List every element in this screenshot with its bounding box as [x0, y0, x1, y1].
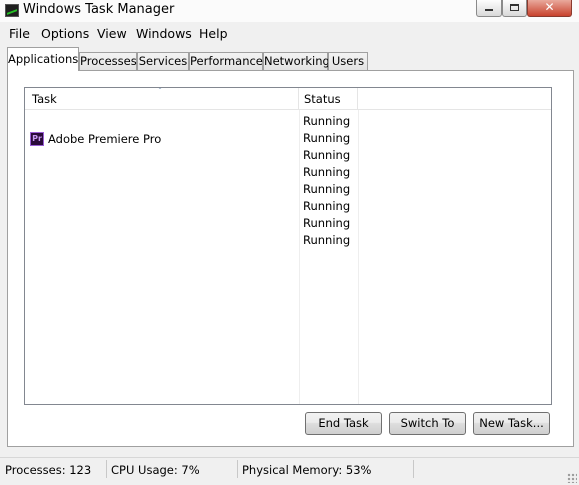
column-divider [299, 110, 300, 404]
task-name: Adobe Premiere Pro [48, 131, 162, 146]
tab-processes[interactable]: Processes [79, 52, 137, 70]
task-manager-icon [5, 4, 19, 17]
column-header-status[interactable]: Status [299, 88, 358, 110]
status-cell: Running [303, 233, 351, 247]
close-button[interactable]: ✕ [527, 0, 572, 17]
title-bar[interactable]: Windows Task Manager ✕ [0, 0, 579, 22]
status-cell: Running [303, 182, 351, 196]
status-cell: Running [303, 148, 351, 162]
end-task-button[interactable]: End Task [305, 412, 382, 435]
minimize-button[interactable] [476, 0, 502, 17]
cpu-usage: CPU Usage: 7% [111, 463, 200, 477]
column-header-empty [358, 88, 551, 110]
column-header-task[interactable]: Task [25, 88, 299, 110]
tab-users[interactable]: Users [328, 52, 368, 70]
close-icon: ✕ [544, 0, 555, 14]
status-separator [413, 460, 414, 478]
status-cell: Running [303, 199, 351, 213]
tab-applications[interactable]: Applications [7, 47, 79, 71]
premiere-pro-icon: Pr [30, 131, 44, 146]
minimize-icon [485, 9, 493, 11]
status-cell: Running [303, 165, 351, 179]
physical-memory: Physical Memory: 53% [242, 463, 372, 477]
tab-strip: Applications Processes Services Performa… [0, 47, 579, 71]
task-row-premiere[interactable]: Pr Adobe Premiere Pro [30, 130, 161, 147]
menu-options[interactable]: Options [41, 26, 89, 42]
tab-services[interactable]: Services [137, 52, 189, 70]
tab-performance[interactable]: Performance [189, 52, 263, 70]
status-bar: Processes: 123 CPU Usage: 7% Physical Me… [0, 457, 579, 485]
menu-view[interactable]: View [97, 26, 127, 42]
menu-file[interactable]: File [9, 26, 30, 42]
status-cell: Running [303, 114, 351, 128]
menu-bar: File Options View Windows Help [0, 24, 579, 44]
column-divider [358, 110, 359, 404]
status-cell: Running [303, 131, 351, 145]
menu-help[interactable]: Help [199, 26, 228, 42]
resize-grip-icon[interactable] [567, 473, 577, 483]
window-title: Windows Task Manager [23, 2, 175, 17]
maximize-button[interactable] [502, 0, 527, 17]
menu-windows[interactable]: Windows [136, 26, 192, 42]
switch-to-button[interactable]: Switch To [389, 412, 466, 435]
new-task-button[interactable]: New Task... [473, 412, 550, 435]
maximize-icon [510, 4, 519, 11]
sort-ascending-icon: ˆ [158, 87, 162, 96]
application-list[interactable]: Task ˆ Status Pr Adobe Premiere Pro Runn… [24, 87, 552, 405]
status-cell: Running [303, 216, 351, 230]
tab-networking[interactable]: Networking [263, 52, 330, 70]
processes-count: Processes: 123 [5, 463, 92, 477]
